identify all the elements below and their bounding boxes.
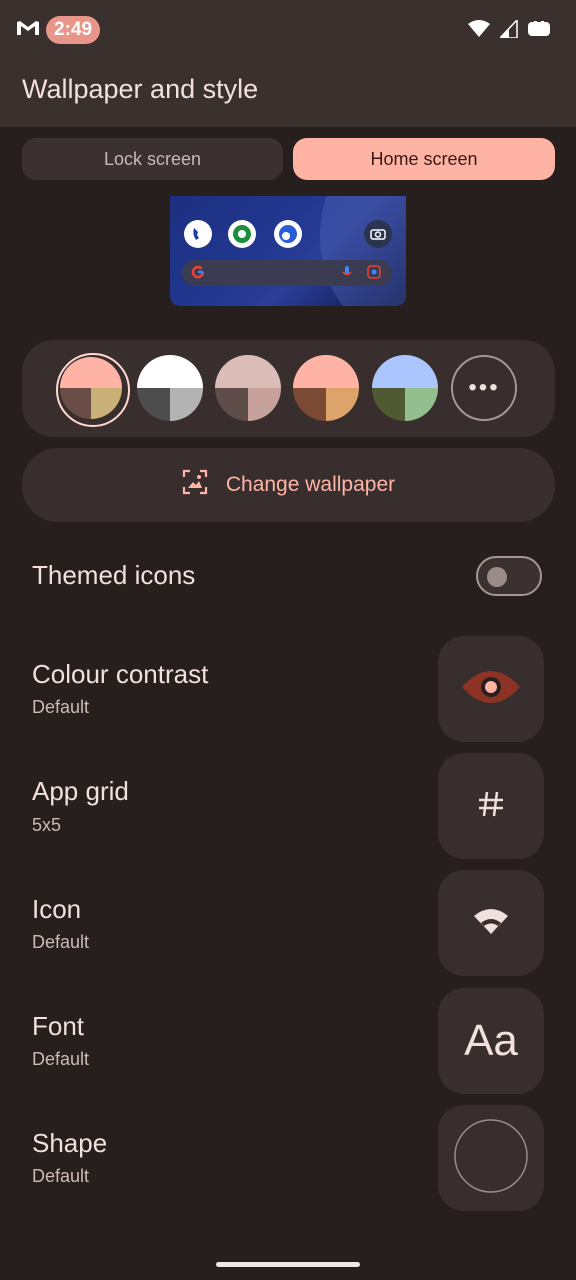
font-title: Font: [32, 1011, 85, 1041]
google-icon: [191, 265, 205, 284]
change-wallpaper-button[interactable]: Change wallpaper: [22, 448, 555, 522]
tab-lock-screen[interactable]: Lock screen: [22, 138, 283, 180]
colour-contrast-value: Default: [32, 697, 90, 717]
wallpaper-icon: [182, 469, 208, 501]
app-grid-title: App grid: [32, 776, 129, 806]
themed-icons-toggle[interactable]: [476, 556, 542, 596]
circle-shape-icon: [453, 1118, 529, 1199]
tab-home-screen[interactable]: Home screen: [293, 138, 555, 180]
color-swatch-4[interactable]: [293, 355, 359, 421]
font-icon: Aa: [464, 1016, 518, 1065]
status-time: 2:49: [46, 16, 101, 44]
grid-icon: [476, 789, 506, 824]
wifi-shape-icon: [474, 907, 508, 940]
color-swatch-3[interactable]: [215, 355, 281, 421]
font-button[interactable]: Aa: [438, 988, 544, 1094]
toggle-knob: [487, 567, 507, 587]
shape-title: Shape: [32, 1128, 108, 1158]
colour-contrast-button[interactable]: [438, 636, 544, 742]
icon-style-button[interactable]: [438, 870, 544, 976]
change-wallpaper-label: Change wallpaper: [225, 473, 396, 496]
app-grid-button[interactable]: [438, 753, 544, 859]
search-bar-preview: [182, 260, 392, 286]
color-swatch-5[interactable]: [372, 355, 438, 421]
battery-icon: [528, 21, 550, 42]
chrome-app-icon: [274, 220, 302, 248]
icon-value: Default: [32, 932, 90, 952]
app-grid-value: 5x5: [32, 815, 62, 835]
page-title: Wallpaper and style: [22, 74, 259, 104]
colour-contrast-title: Colour contrast: [32, 659, 209, 689]
app-bar: Wallpaper and style: [0, 60, 576, 127]
themed-icons-label: Themed icons: [32, 560, 196, 590]
color-palette: •••: [22, 340, 555, 437]
messages-app-icon: [228, 220, 256, 248]
status-bar: 2:49: [0, 0, 576, 60]
signal-icon: [498, 18, 518, 43]
eye-icon: [461, 667, 521, 712]
camera-app-icon: [364, 220, 392, 248]
font-value: Default: [32, 1049, 90, 1069]
lens-icon: [367, 265, 381, 284]
icon-title: Icon: [32, 894, 82, 924]
wifi-icon: [468, 20, 490, 43]
home-indicator[interactable]: [216, 1262, 360, 1267]
home-screen-preview[interactable]: [170, 196, 406, 306]
wallpaper-shape: [320, 196, 406, 306]
mic-icon: [342, 265, 352, 284]
color-swatch-2[interactable]: [137, 355, 203, 421]
color-swatch-1[interactable]: [60, 357, 122, 419]
gmail-icon: [16, 20, 40, 41]
shape-value: Default: [32, 1166, 90, 1186]
more-horiz-icon: •••: [468, 374, 500, 401]
more-colors-button[interactable]: •••: [451, 355, 517, 421]
shape-button[interactable]: [438, 1105, 544, 1211]
phone-app-icon: [184, 220, 212, 248]
